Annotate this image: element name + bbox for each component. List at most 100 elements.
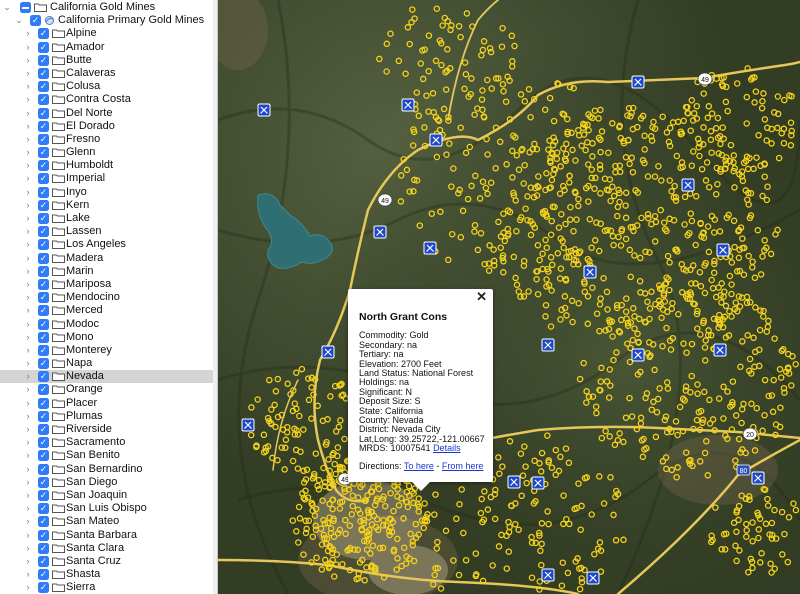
expand-chevron-icon[interactable]: › — [24, 410, 32, 423]
layer-checkbox[interactable]: ✓ — [38, 582, 49, 594]
expand-chevron-icon[interactable]: › — [24, 318, 32, 331]
expand-chevron-icon[interactable]: › — [24, 212, 32, 225]
details-link[interactable]: Details — [433, 443, 461, 453]
tree-item-monterey[interactable]: › ✓ Monterey — [0, 344, 217, 357]
layer-checkbox[interactable]: ✓ — [38, 371, 49, 383]
tree-item-san-diego[interactable]: › ✓ San Diego — [0, 476, 217, 489]
tree-item-sierra[interactable]: › ✓ Sierra — [0, 581, 217, 594]
layer-checkbox[interactable]: ✓ — [38, 81, 49, 93]
tree-item-amador[interactable]: › ✓ Amador — [0, 41, 217, 54]
expand-chevron-icon[interactable]: › — [24, 383, 32, 396]
tree-item-kern[interactable]: › ✓ Kern — [0, 199, 217, 212]
tree-item-nevada[interactable]: › ✓ Nevada — [0, 370, 217, 384]
tree-item-mendocino[interactable]: › ✓ Mendocino — [0, 291, 217, 304]
layer-checkbox[interactable]: ✓ — [38, 213, 49, 224]
layer-checkbox[interactable]: ✓ — [38, 344, 49, 356]
expand-chevron-icon[interactable]: › — [24, 67, 32, 80]
layer-checkbox[interactable]: ✓ — [38, 555, 49, 567]
tree-item-madera[interactable]: › ✓ Madera — [0, 252, 217, 265]
layer-checkbox[interactable]: ✓ — [38, 410, 49, 422]
layer-checkbox[interactable]: ✓ — [38, 358, 49, 370]
layer-checkbox[interactable]: ✓ — [38, 147, 49, 159]
tree-item-shasta[interactable]: › ✓ Shasta — [0, 568, 217, 581]
layer-checkbox[interactable]: ✓ — [38, 265, 49, 277]
tree-item-san-mateo[interactable]: › ✓ San Mateo — [0, 515, 217, 528]
tree-item-el-dorado[interactable]: › ✓ El Dorado — [0, 120, 217, 133]
close-icon[interactable]: ✕ — [476, 290, 487, 304]
expand-chevron-icon[interactable]: › — [24, 502, 32, 515]
expand-chevron-icon[interactable]: › — [24, 146, 32, 159]
layer-checkbox[interactable]: ✓ — [38, 305, 49, 317]
layer-checkbox[interactable]: ✓ — [38, 529, 49, 541]
tree-group-row[interactable]: ⌄ ✓ California Primary Gold Mines — [0, 14, 217, 27]
layer-checkbox[interactable]: ✓ — [38, 28, 49, 40]
expand-chevron-icon[interactable]: › — [24, 581, 32, 594]
layer-checkbox[interactable]: ✓ — [38, 107, 49, 119]
layer-checkbox[interactable]: ✓ — [38, 94, 49, 106]
layer-checkbox[interactable]: ✓ — [38, 384, 49, 396]
tree-item-fresno[interactable]: › ✓ Fresno — [0, 133, 217, 146]
expand-chevron-icon[interactable]: › — [24, 423, 32, 436]
tree-item-orange[interactable]: › ✓ Orange — [0, 383, 217, 396]
tree-item-calaveras[interactable]: › ✓ Calaveras — [0, 67, 217, 80]
layer-checkbox[interactable]: ✓ — [38, 67, 49, 79]
expand-chevron-icon[interactable]: › — [24, 265, 32, 278]
tree-item-humboldt[interactable]: › ✓ Humboldt — [0, 159, 217, 172]
tree-item-san-luis-obispo[interactable]: › ✓ San Luis Obispo — [0, 502, 217, 515]
tree-item-butte[interactable]: › ✓ Butte — [0, 54, 217, 67]
expand-chevron-icon[interactable]: › — [24, 304, 32, 317]
tree-item-colusa[interactable]: › ✓ Colusa — [0, 80, 217, 93]
expand-chevron-icon[interactable]: › — [24, 238, 32, 251]
tree-item-plumas[interactable]: › ✓ Plumas — [0, 410, 217, 423]
tree-item-riverside[interactable]: › ✓ Riverside — [0, 423, 217, 436]
expand-chevron-icon[interactable]: › — [24, 397, 32, 410]
satellite-map[interactable]: 49 49 49 20 80 ✕ North Grant Cons Commod… — [218, 0, 800, 594]
to-here-link[interactable]: To here — [404, 461, 434, 471]
expand-chevron-icon[interactable]: › — [24, 515, 32, 528]
expand-chevron-icon[interactable]: › — [24, 291, 32, 304]
layer-checkbox[interactable]: ✓ — [38, 450, 49, 462]
tree-item-santa-clara[interactable]: › ✓ Santa Clara — [0, 542, 217, 555]
tree-item-sacramento[interactable]: › ✓ Sacramento — [0, 436, 217, 449]
expand-chevron-icon[interactable]: › — [24, 54, 32, 67]
layer-checkbox[interactable]: ✓ — [38, 318, 49, 330]
tree-item-imperial[interactable]: › ✓ Imperial — [0, 172, 217, 185]
layer-checkbox[interactable]: ✓ — [38, 160, 49, 172]
tree-item-placer[interactable]: › ✓ Placer — [0, 397, 217, 410]
expand-chevron-icon[interactable]: › — [24, 120, 32, 133]
layer-checkbox[interactable]: ✓ — [38, 186, 49, 198]
expand-chevron-icon[interactable]: › — [24, 555, 32, 568]
tree-item-modoc[interactable]: › ✓ Modoc — [0, 318, 217, 331]
layer-checkbox[interactable]: ✓ — [38, 476, 49, 488]
expand-chevron-icon[interactable]: › — [24, 186, 32, 199]
expand-chevron-icon[interactable]: › — [24, 529, 32, 542]
layer-checkbox[interactable]: ✓ — [38, 424, 49, 435]
expand-chevron-icon[interactable]: › — [24, 27, 32, 40]
expand-chevron-icon[interactable]: › — [24, 436, 32, 449]
layer-checkbox[interactable]: ✓ — [38, 54, 49, 66]
tree-item-merced[interactable]: › ✓ Merced — [0, 304, 217, 317]
tree-item-santa-barbara[interactable]: › ✓ Santa Barbara — [0, 529, 217, 542]
expand-chevron-icon[interactable]: › — [24, 357, 32, 370]
expand-chevron-icon[interactable]: ⌄ — [3, 1, 11, 14]
expand-chevron-icon[interactable]: › — [24, 344, 32, 357]
map-canvas[interactable]: 49 49 49 20 80 — [218, 0, 800, 594]
expand-chevron-icon[interactable]: › — [24, 331, 32, 344]
expand-chevron-icon[interactable]: › — [24, 225, 32, 238]
expand-chevron-icon[interactable]: › — [24, 93, 32, 106]
expand-chevron-icon[interactable]: › — [24, 199, 32, 212]
layer-checkbox[interactable]: ✓ — [38, 133, 49, 145]
tree-item-san-bernardino[interactable]: › ✓ San Bernardino — [0, 463, 217, 476]
expand-chevron-icon[interactable]: › — [24, 542, 32, 555]
expand-chevron-icon[interactable]: ⌄ — [15, 14, 23, 27]
expand-chevron-icon[interactable]: › — [24, 159, 32, 172]
tree-item-glenn[interactable]: › ✓ Glenn — [0, 146, 217, 159]
layer-checkbox[interactable]: ✓ — [38, 489, 49, 501]
tree-item-santa-cruz[interactable]: › ✓ Santa Cruz — [0, 555, 217, 568]
expand-chevron-icon[interactable]: › — [24, 133, 32, 146]
tree-item-san-benito[interactable]: › ✓ San Benito — [0, 449, 217, 462]
tree-item-inyo[interactable]: › ✓ Inyo — [0, 186, 217, 199]
tree-root-row[interactable]: ⌄ California Gold Mines — [0, 1, 217, 14]
expand-chevron-icon[interactable]: › — [24, 370, 32, 383]
layer-checkbox[interactable]: ✓ — [38, 292, 49, 304]
